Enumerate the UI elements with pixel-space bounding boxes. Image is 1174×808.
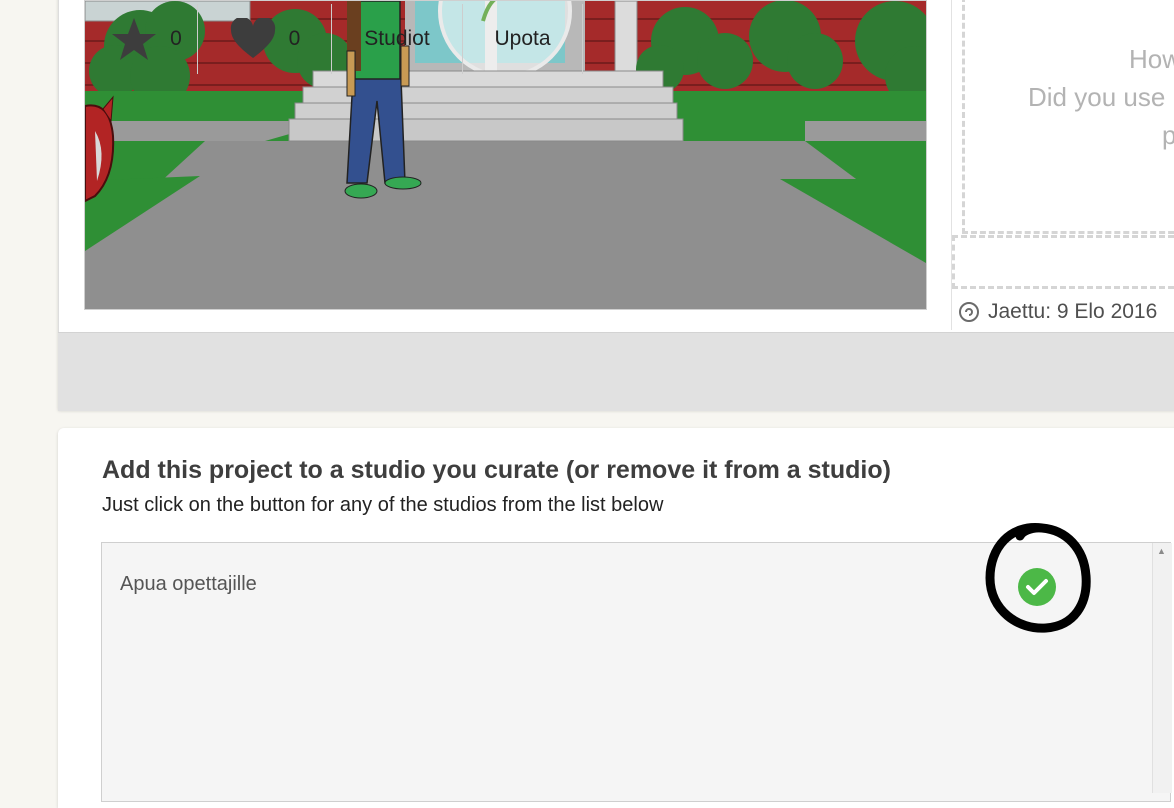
add-to-studio-instructions: Just click on the button for any of the … xyxy=(102,494,664,516)
studio-item-name[interactable]: Apua opettajille xyxy=(120,573,257,596)
heart-icon xyxy=(229,18,277,60)
shared-date: Jaettu: 9 Elo 2016 xyxy=(958,298,1157,326)
add-to-studio-heading: Add this project to a studio you curate … xyxy=(102,456,891,484)
credits-box xyxy=(952,235,1174,289)
star-icon xyxy=(110,16,158,62)
studios-button[interactable]: Studiot xyxy=(332,4,463,74)
embed-button[interactable]: Upota xyxy=(463,4,583,74)
hand-drawn-circle-annotation xyxy=(985,523,1091,633)
notes-text-line: p xyxy=(1162,120,1174,150)
studios-button-label: Studiot xyxy=(364,27,430,50)
studio-list-scrollbar[interactable] xyxy=(1152,543,1172,793)
notes-box xyxy=(962,0,1174,234)
favorite-button[interactable]: 0 xyxy=(95,4,198,74)
share-icon xyxy=(958,301,980,323)
embed-button-label: Upota xyxy=(494,27,551,50)
love-count: 0 xyxy=(288,27,301,50)
notes-text-line: Did you use xyxy=(1028,82,1166,112)
love-button[interactable]: 0 xyxy=(198,4,332,74)
notes-text-line: How xyxy=(1129,44,1174,74)
favorite-count: 0 xyxy=(170,27,182,50)
scroll-up-icon[interactable]: ▲ xyxy=(1157,546,1166,556)
action-bar xyxy=(58,332,1174,411)
shared-date-label: Jaettu: 9 Elo 2016 xyxy=(988,300,1158,323)
